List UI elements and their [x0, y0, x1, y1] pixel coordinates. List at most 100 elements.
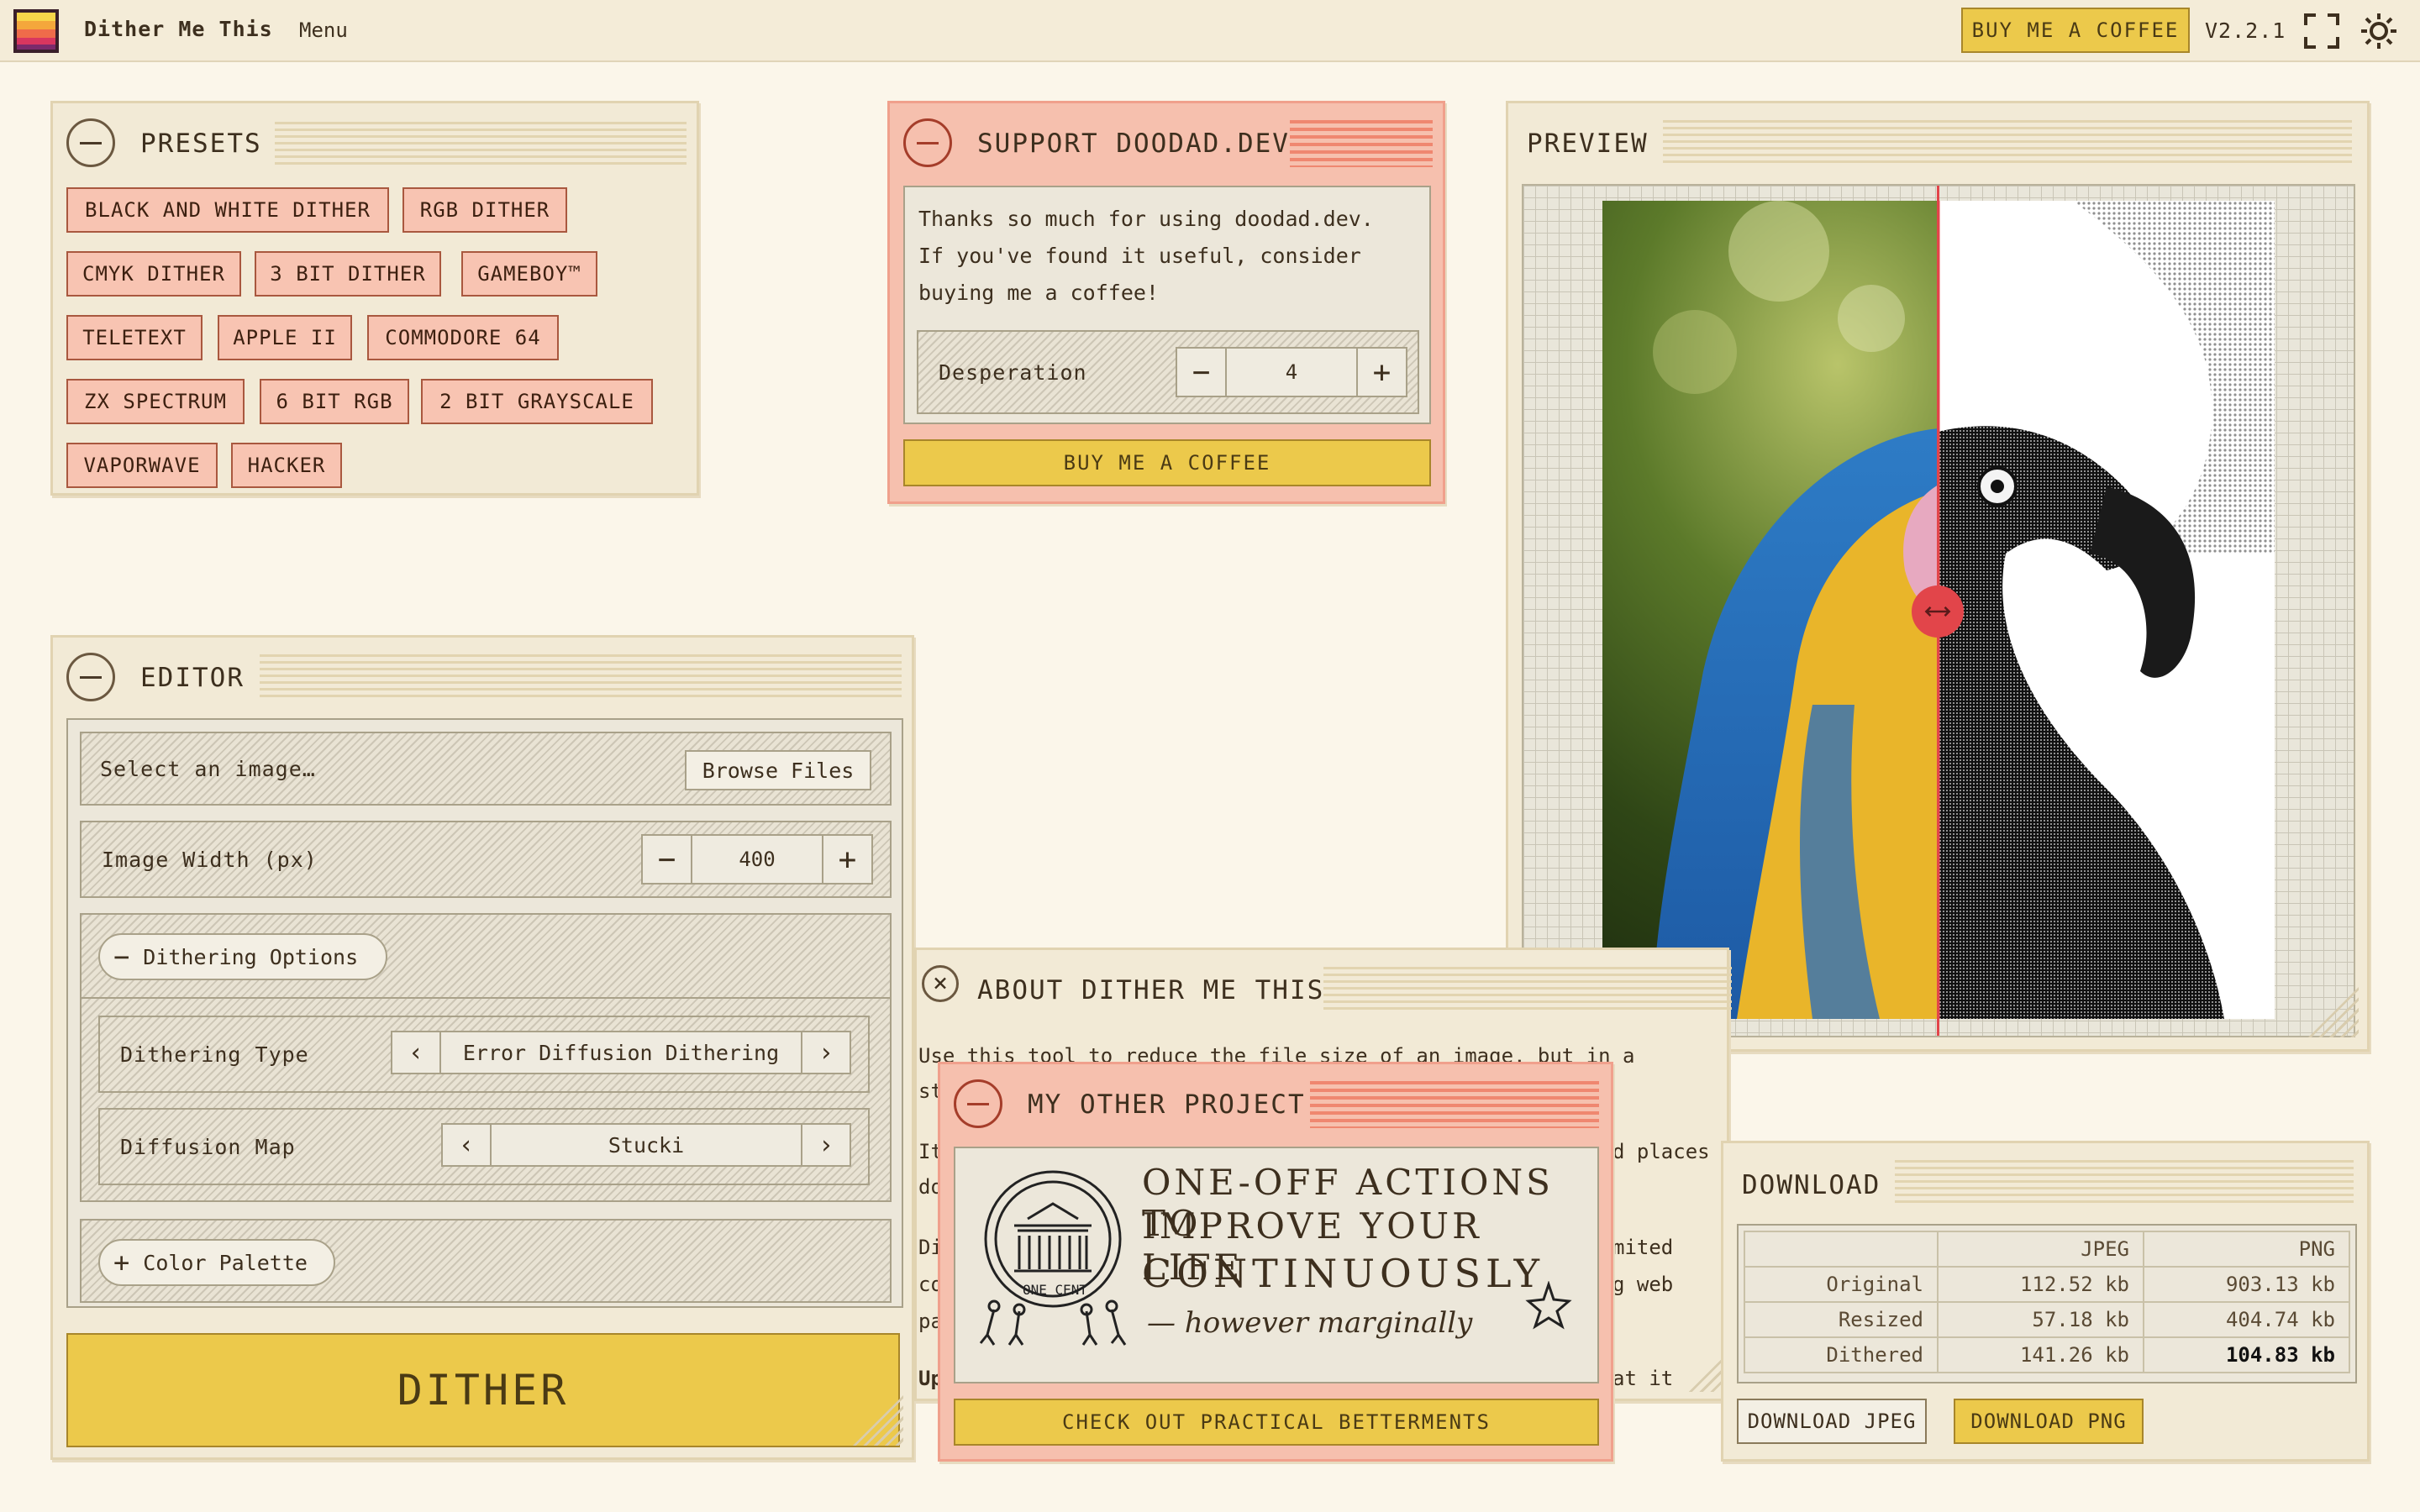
other-project-title: MY OTHER PROJECT: [1028, 1089, 1306, 1120]
app-title: Dither Me This: [84, 17, 273, 41]
png-size: 903.13 kb: [2143, 1266, 2350, 1303]
diffusion-map-row: Diffusion Map ‹ Stucki ›: [98, 1108, 870, 1185]
desperation-row: Desperation − 4 +: [917, 330, 1419, 414]
color-palette-section: + Color Palette: [80, 1219, 892, 1303]
image-width-increment-button[interactable]: +: [823, 836, 871, 883]
support-line-1: Thanks so much for using doodad.dev.: [918, 207, 1374, 231]
plus-icon: +: [113, 1247, 130, 1278]
dithering-type-prev-button[interactable]: ‹: [392, 1032, 439, 1073]
table-row: Dithered 141.26 kb 104.83 kb: [1744, 1336, 2350, 1373]
color-palette-toggle[interactable]: + Color Palette: [98, 1239, 335, 1286]
about-fragment-at: at it: [1612, 1367, 1674, 1390]
diffusion-map-prev-button[interactable]: ‹: [443, 1125, 490, 1165]
editor-title: EDITOR: [140, 663, 245, 693]
version-label: V2.2.1: [2205, 18, 2286, 43]
preset-black-and-white[interactable]: BLACK AND WHITE DITHER: [66, 187, 389, 233]
diffusion-map-next-button[interactable]: ›: [802, 1125, 850, 1165]
preset-cmyk[interactable]: CMYK DITHER: [66, 251, 241, 297]
practical-betterments-button[interactable]: CHECK OUT PRACTICAL BETTERMENTS: [954, 1399, 1599, 1446]
preset-vaporwave[interactable]: VAPORWAVE: [66, 443, 218, 488]
preset-gameboy[interactable]: GAMEBOY™: [461, 251, 597, 297]
dithering-options-toggle[interactable]: − Dithering Options: [98, 933, 387, 980]
dithering-type-label: Dithering Type: [120, 1042, 309, 1067]
dithering-type-value[interactable]: Error Diffusion Dithering: [439, 1032, 802, 1073]
download-table-box: JPEG PNG Original 112.52 kb 903.13 kb Re…: [1737, 1224, 2357, 1383]
column-header-jpeg: JPEG: [1937, 1231, 2144, 1268]
presets-panel: PRESETS BLACK AND WHITE DITHER RGB DITHE…: [50, 101, 699, 496]
about-fragment-web: g web: [1612, 1273, 1674, 1296]
diffusion-map-value[interactable]: Stucki: [490, 1125, 802, 1165]
jpeg-size: 57.18 kb: [1937, 1301, 2144, 1338]
table-row: Resized 57.18 kb 404.74 kb: [1744, 1301, 2350, 1338]
color-palette-label: Color Palette: [143, 1250, 308, 1275]
table-row: Original 112.52 kb 903.13 kb: [1744, 1266, 2350, 1303]
app-logo-icon[interactable]: [12, 8, 60, 55]
banner-line-3: CONTINUOUSLY: [1142, 1251, 1544, 1296]
image-width-stepper: − 400 +: [641, 834, 873, 885]
presets-collapse-button[interactable]: [66, 118, 115, 167]
support-panel: SUPPORT DOODAD.DEV Thanks so much for us…: [887, 101, 1445, 504]
other-project-panel: MY OTHER PROJECT ONE CENT ONE-OFF ACTION…: [938, 1062, 1613, 1462]
desperation-value[interactable]: 4: [1225, 349, 1358, 396]
desperation-decrement-button[interactable]: −: [1177, 349, 1225, 396]
preset-3-bit[interactable]: 3 BIT DITHER: [255, 251, 441, 297]
preset-6-bit-rgb[interactable]: 6 BIT RGB: [260, 379, 409, 424]
support-buy-coffee-button[interactable]: BUY ME A COFFEE: [903, 439, 1431, 486]
preview-title: PREVIEW: [1527, 129, 1649, 159]
preset-commodore-64[interactable]: COMMODORE 64: [367, 315, 559, 360]
editor-panel: EDITOR Select an image… Browse Files Ima…: [50, 635, 914, 1460]
dithering-type-row: Dithering Type ‹ Error Diffusion Ditheri…: [98, 1016, 870, 1093]
png-size: 404.74 kb: [2143, 1301, 2350, 1338]
image-width-decrement-button[interactable]: −: [643, 836, 691, 883]
download-jpeg-button[interactable]: DOWNLOAD JPEG: [1737, 1399, 1927, 1444]
jpeg-size: 141.26 kb: [1937, 1336, 2144, 1373]
dithering-options-section: − Dithering Options Dithering Type ‹ Err…: [80, 913, 892, 1202]
browse-files-button[interactable]: Browse Files: [685, 750, 871, 790]
dithering-options-body: Dithering Type ‹ Error Diffusion Ditheri…: [82, 997, 890, 1200]
preset-2-bit-grayscale[interactable]: 2 BIT GRAYSCALE: [421, 379, 653, 424]
row-label: Original: [1744, 1266, 1939, 1303]
compare-handle-icon[interactable]: [1912, 585, 1964, 638]
support-collapse-button[interactable]: [903, 118, 952, 167]
preset-rgb[interactable]: RGB DITHER: [402, 187, 567, 233]
dithering-type-next-button[interactable]: ›: [802, 1032, 850, 1073]
about-close-icon[interactable]: ×: [922, 965, 959, 1002]
support-message-box: Thanks so much for using doodad.dev. If …: [903, 186, 1431, 424]
dither-button[interactable]: DITHER: [66, 1333, 900, 1447]
desperation-increment-button[interactable]: +: [1358, 349, 1406, 396]
penny-illustration: ONE CENT: [979, 1170, 1127, 1346]
support-line-2: If you've found it useful, consider: [918, 244, 1361, 268]
support-line-3: buying me a coffee!: [918, 281, 1159, 305]
select-image-label: Select an image…: [100, 757, 316, 781]
other-project-banner[interactable]: ONE CENT ONE-OFF ACTIONS TO IMPROVE YOUR…: [954, 1147, 1599, 1383]
preset-apple-ii[interactable]: APPLE II: [218, 315, 352, 360]
select-image-row: Select an image… Browse Files: [80, 732, 892, 806]
dithering-type-select: ‹ Error Diffusion Dithering ›: [391, 1031, 851, 1074]
star-doodle-icon: [1525, 1281, 1572, 1330]
sun-icon[interactable]: [2360, 12, 2398, 50]
preset-hacker[interactable]: HACKER: [231, 443, 342, 488]
image-width-row: Image Width (px) − 400 +: [80, 821, 892, 898]
editor-collapse-button[interactable]: [66, 653, 115, 701]
banner-line-4: — however marginally: [1147, 1306, 1473, 1340]
diffusion-map-label: Diffusion Map: [120, 1135, 296, 1159]
download-size-table: JPEG PNG Original 112.52 kb 903.13 kb Re…: [1744, 1231, 2350, 1373]
preview-panel: PREVIEW: [1506, 101, 2370, 1052]
fullscreen-icon[interactable]: [2304, 13, 2339, 49]
preset-teletext[interactable]: TELETEXT: [66, 315, 203, 360]
preset-zx-spectrum[interactable]: ZX SPECTRUM: [66, 379, 245, 424]
png-size: 104.83 kb: [2143, 1336, 2350, 1373]
buy-coffee-top-button[interactable]: BUY ME A COFFEE: [1961, 8, 2190, 53]
image-width-value[interactable]: 400: [691, 836, 823, 883]
editor-controls: Select an image… Browse Files Image Widt…: [66, 718, 903, 1308]
download-png-button[interactable]: DOWNLOAD PNG: [1954, 1399, 2144, 1444]
about-fragment-places: d places: [1612, 1140, 1710, 1163]
dithering-options-label: Dithering Options: [143, 944, 359, 969]
jpeg-size: 112.52 kb: [1937, 1266, 2144, 1303]
presets-title: PRESETS: [140, 129, 262, 159]
other-project-collapse-button[interactable]: [954, 1079, 1002, 1128]
table-header-row: JPEG PNG: [1744, 1231, 2350, 1268]
menu-link[interactable]: Menu: [299, 18, 348, 42]
support-title: SUPPORT DOODAD.DEV: [977, 129, 1290, 159]
column-header-png: PNG: [2143, 1231, 2350, 1268]
